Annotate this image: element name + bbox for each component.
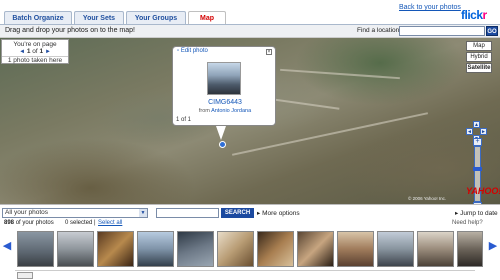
map-canvas[interactable]: You're on page ◄ 1 of 1 ► 1 photo taken … <box>0 38 500 204</box>
select-all-link[interactable]: Select all <box>98 220 122 226</box>
photo-count: 898 of your photos <box>4 220 54 226</box>
toolbar: Drag and drop your photos on to the map!… <box>0 25 500 38</box>
photo-filter-select[interactable]: All your photos ▼ <box>2 208 148 218</box>
map-provider-logo: YAHOO! <box>466 186 500 196</box>
page-total: 1 <box>39 48 44 55</box>
tab-batch-organize[interactable]: Batch Organize <box>4 11 72 24</box>
go-button[interactable]: GO <box>486 26 498 36</box>
filmstrip-scroll-handle[interactable] <box>17 272 33 279</box>
filmstrip-thumb[interactable] <box>337 231 374 267</box>
filmstrip-thumb[interactable] <box>297 231 334 267</box>
selected-count: 0 selected | <box>65 220 96 226</box>
map-type-hybrid-button[interactable]: Hybrid <box>466 52 492 62</box>
edit-photo-icon: ▫ <box>177 48 180 54</box>
photos-taken-here: 1 photo taken here <box>2 56 68 64</box>
more-options-toggle[interactable]: ▸ More options <box>257 209 300 217</box>
filmstrip-thumb[interactable] <box>17 231 54 267</box>
logo-part-1: flick <box>461 8 483 22</box>
flickr-logo[interactable]: flickr <box>461 8 487 22</box>
filmstrip-thumb[interactable] <box>377 231 414 267</box>
top-bar: Batch Organize Your Sets Your Groups Map… <box>0 0 500 25</box>
map-copyright: © 2006 Yahoo! Inc. <box>408 196 447 201</box>
jump-to-date-label: Jump to date <box>460 210 498 217</box>
popup-from-label: from <box>198 108 210 114</box>
logo-part-2: r <box>482 8 488 22</box>
tab-map[interactable]: Map <box>188 11 226 24</box>
filmstrip-thumb[interactable] <box>137 231 174 267</box>
filter-bar: All your photos ▼ SEARCH ▸ More options … <box>0 204 500 218</box>
page-next-icon[interactable]: ► <box>45 49 51 55</box>
filmstrip-thumb[interactable] <box>417 231 454 267</box>
filmstrip-prev-icon[interactable]: ◀ <box>2 239 12 253</box>
filmstrip-thumb[interactable] <box>217 231 254 267</box>
filmstrip-thumb[interactable] <box>177 231 214 267</box>
page-indicator: You're on page ◄ 1 of 1 ► 1 photo taken … <box>1 39 69 64</box>
edit-photo-label: Edit photo <box>180 48 208 54</box>
page-label: You're on page <box>13 41 57 48</box>
chevron-down-icon[interactable]: ▼ <box>139 209 147 217</box>
filmstrip-scrollbar[interactable] <box>15 270 475 279</box>
filmstrip-thumb[interactable] <box>97 231 134 267</box>
photo-count-number: 898 <box>4 220 15 226</box>
popup-photo-title[interactable]: CIMG6443 <box>173 99 277 106</box>
popup-photo-thumbnail[interactable] <box>207 62 241 95</box>
filmstrip-thumb[interactable] <box>457 231 483 267</box>
popup-from-user[interactable]: Antonio Jordana <box>211 108 251 114</box>
jump-to-date-toggle[interactable]: ▸ Jump to date <box>455 209 498 217</box>
find-location-input[interactable] <box>399 26 485 36</box>
photo-popup: ▫ Edit photo × CIMG6443 from Antonio Jor… <box>172 46 276 126</box>
pan-up-icon[interactable]: ▲ <box>473 121 480 128</box>
photo-filter-value: All your photos <box>5 209 48 216</box>
more-options-label: More options <box>262 210 300 217</box>
instruction-text: Drag and drop your photos on to the map! <box>5 27 135 34</box>
zoom-in-icon[interactable]: + <box>473 138 482 146</box>
triangle-right-icon: ▸ <box>257 210 261 217</box>
close-icon[interactable]: × <box>266 49 272 55</box>
selection-info: 898 of your photos 0 selected | Select a… <box>0 218 500 229</box>
help-link[interactable]: Need help? <box>452 220 483 226</box>
map-type-map-button[interactable]: Map <box>466 41 492 51</box>
page-count: ◄ 1 of 1 ► <box>2 48 68 55</box>
back-to-photos-link[interactable]: Back to your photos <box>399 4 461 11</box>
page-current: 1 <box>26 48 31 55</box>
photo-count-suffix: of your photos <box>15 220 54 226</box>
find-location-label: Find a location <box>357 27 400 34</box>
popup-count: 1 of 1 <box>176 117 192 123</box>
filmstrip-thumb[interactable] <box>57 231 94 267</box>
triangle-right-icon: ▸ <box>455 210 459 217</box>
popup-from: from Antonio Jordana <box>173 108 277 114</box>
map-type-satellite-button[interactable]: Satellite <box>466 63 492 73</box>
zoom-handle[interactable] <box>473 167 482 171</box>
pan-right-icon[interactable]: ► <box>480 128 487 135</box>
photo-filmstrip: ◀ ▶ <box>0 229 500 280</box>
filmstrip-thumb[interactable] <box>257 231 294 267</box>
popup-pointer <box>216 126 226 140</box>
search-button[interactable]: SEARCH <box>221 208 254 218</box>
map-road <box>280 68 400 80</box>
photo-search-input[interactable] <box>156 208 219 218</box>
filmstrip-next-icon[interactable]: ▶ <box>488 239 498 253</box>
edit-photo-link[interactable]: ▫ Edit photo <box>173 47 275 55</box>
tab-your-sets[interactable]: Your Sets <box>74 11 124 24</box>
page-prev-icon[interactable]: ◄ <box>19 49 25 55</box>
page-of: of <box>32 48 38 55</box>
tab-your-groups[interactable]: Your Groups <box>126 11 186 24</box>
pan-left-icon[interactable]: ◄ <box>466 128 473 135</box>
location-marker-icon[interactable] <box>219 141 226 148</box>
